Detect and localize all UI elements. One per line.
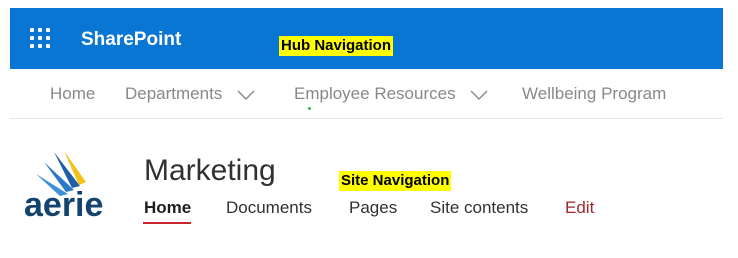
hub-nav-wellbeing-program[interactable]: Wellbeing Program [522, 84, 666, 104]
hub-navigation-annotation: Hub Navigation [279, 36, 394, 56]
site-nav-site-contents[interactable]: Site contents [430, 197, 528, 219]
hub-nav-label: Wellbeing Program [522, 84, 667, 103]
hub-nav-label: Employee Resources [294, 84, 456, 103]
site-nav-pages[interactable]: Pages [349, 197, 397, 219]
site-title[interactable]: Marketing [144, 153, 276, 189]
cursor-dot [308, 107, 311, 110]
hub-navigation: Home Departments Employee Resources Well… [10, 69, 723, 119]
chevron-down-icon[interactable] [470, 90, 488, 100]
hub-nav-departments[interactable]: Departments [125, 84, 255, 104]
site-nav-home[interactable]: Home [144, 197, 191, 219]
app-launcher-icon[interactable] [30, 28, 50, 48]
logo-text: aerie [24, 186, 103, 220]
selected-indicator [143, 222, 191, 224]
site-nav-edit-link[interactable]: Edit [565, 197, 594, 219]
sharepoint-page: SharePoint Hub Navigation Home Departmen… [0, 0, 738, 258]
app-title[interactable]: SharePoint [81, 29, 181, 51]
chevron-down-icon[interactable] [237, 90, 255, 100]
site-navigation-annotation: Site Navigation [339, 171, 452, 191]
aerie-logo[interactable]: aerie [22, 148, 122, 220]
hub-nav-employee-resources[interactable]: Employee Resources [294, 84, 488, 104]
hub-nav-home[interactable]: Home [50, 84, 95, 104]
hub-nav-label: Home [50, 84, 96, 103]
site-nav-documents[interactable]: Documents [226, 197, 312, 219]
hub-nav-label: Departments [125, 84, 223, 103]
